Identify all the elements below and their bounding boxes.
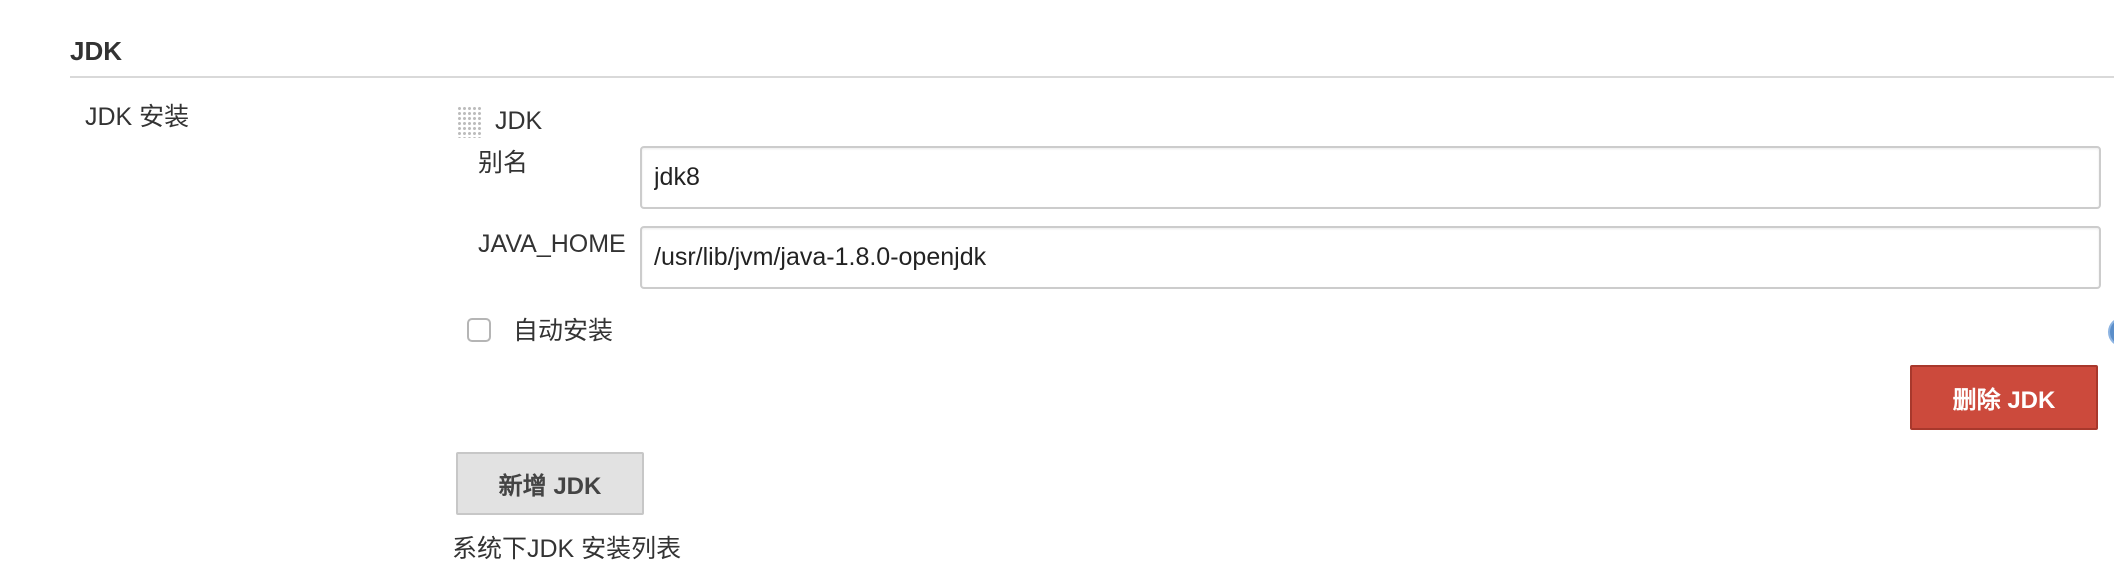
java-home-input[interactable]: [640, 226, 2101, 289]
add-jdk-button[interactable]: 新增 JDK: [456, 452, 644, 515]
auto-install-checkbox[interactable]: [467, 318, 491, 342]
delete-jdk-button[interactable]: 删除 JDK: [1910, 365, 2098, 430]
jdk-entry-header: JDK: [495, 107, 543, 135]
section-title: JDK: [70, 36, 123, 66]
jdk-name-input[interactable]: [640, 146, 2101, 209]
jdk-installations-description: 系统下JDK 安装列表: [452, 535, 682, 563]
drag-handle-icon[interactable]: [457, 106, 481, 138]
jdk-installations-label: JDK 安装: [85, 103, 190, 131]
auto-install-label: 自动安装: [513, 317, 614, 345]
java-home-label: JAVA_HOME: [478, 230, 626, 258]
help-icon[interactable]: [2108, 317, 2114, 347]
section-divider: [70, 76, 2114, 78]
name-label: 别名: [478, 149, 529, 177]
